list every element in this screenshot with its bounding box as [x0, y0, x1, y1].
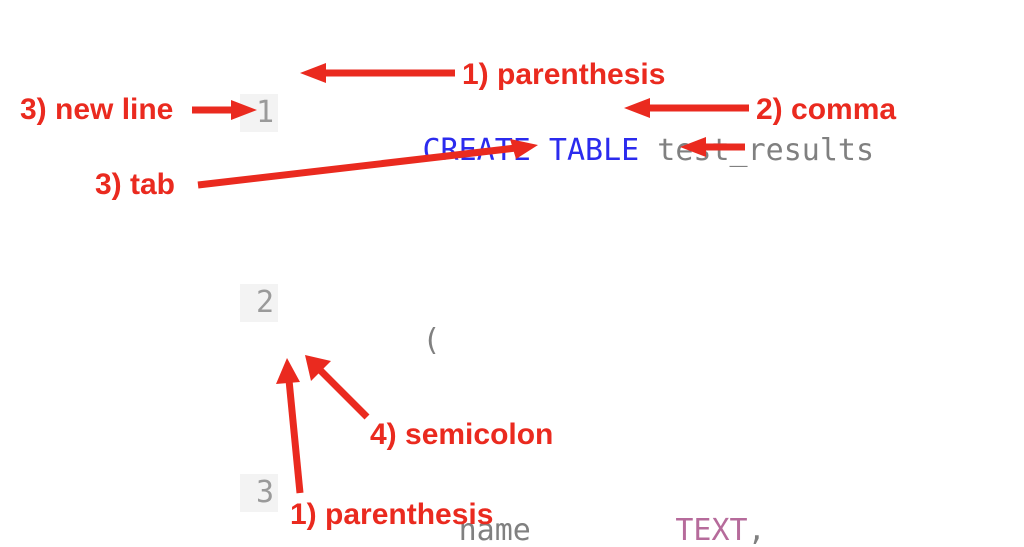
annotation-tab: 3) tab [95, 170, 175, 200]
line-number: 3 [240, 474, 278, 512]
comma: , [748, 513, 766, 547]
ident-tablename: test_results [639, 133, 874, 168]
code-line-2: 2 ( [240, 284, 874, 398]
open-paren: ( [423, 323, 441, 358]
annotation-newline: 3) new line [20, 95, 173, 125]
keyword-create-table: CREATE TABLE [423, 133, 640, 168]
type-text: TEXT [675, 513, 747, 547]
annotation-comma: 2) comma [756, 95, 896, 125]
annotation-parenthesis-bot: 1) parenthesis [290, 500, 493, 530]
line-number: 1 [240, 94, 278, 132]
line-number: 2 [240, 284, 278, 322]
diagram-stage: 1 CREATE TABLE test_results 2 ( 3 name T… [0, 0, 1024, 547]
code-content: ( [278, 284, 441, 398]
annotation-semicolon: 4) semicolon [370, 420, 553, 450]
annotation-parenthesis-top: 1) parenthesis [462, 60, 665, 90]
